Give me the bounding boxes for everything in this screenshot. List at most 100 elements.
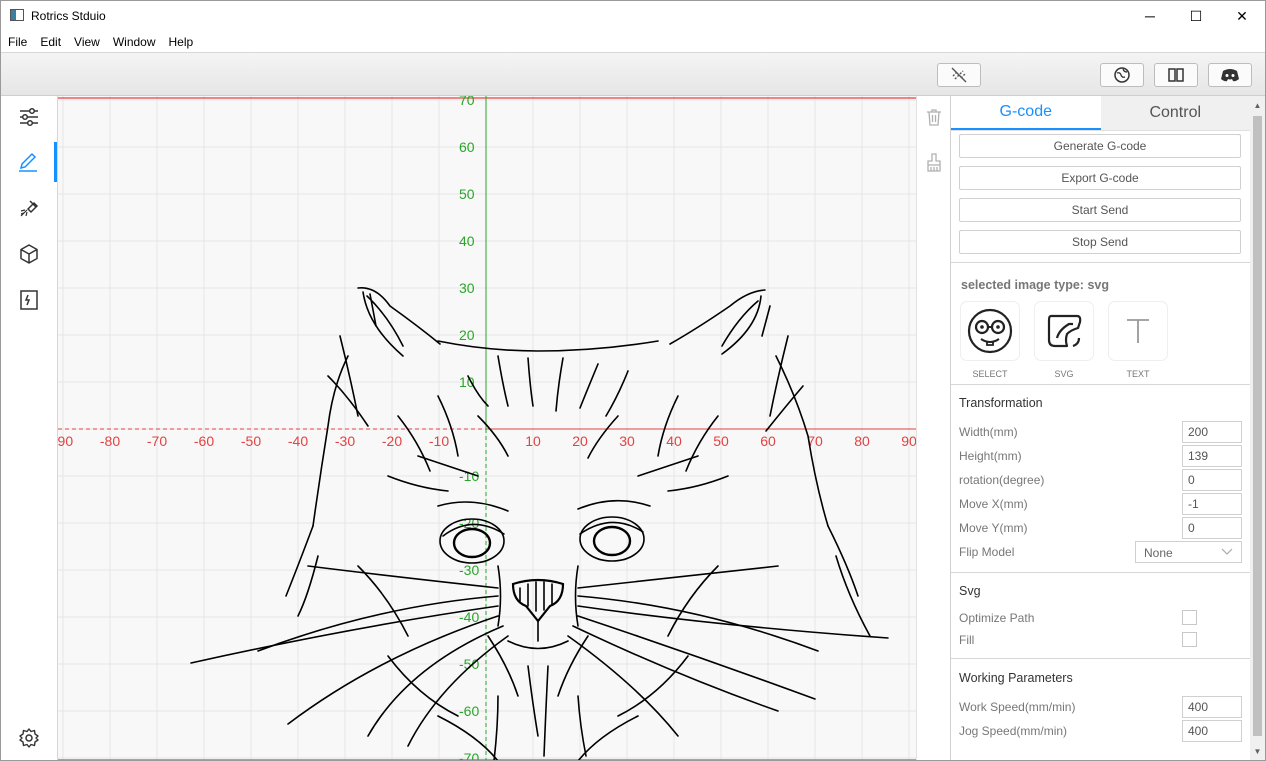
y-tick-label: 30 xyxy=(459,280,475,296)
work-speed-input[interactable]: 400 xyxy=(1182,696,1242,718)
text-t-icon xyxy=(1127,319,1149,343)
x-tick-label: -90 xyxy=(58,433,73,449)
optimize-path-label: Optimize Path xyxy=(959,611,1035,625)
close-button[interactable]: ✕ xyxy=(1219,1,1265,31)
menu-window[interactable]: Window xyxy=(113,35,156,49)
svg-shape-icon xyxy=(1047,314,1082,348)
sidebar-item-settings-sliders[interactable] xyxy=(1,97,57,137)
height-input[interactable]: 139 xyxy=(1182,445,1242,467)
y-tick-label: 10 xyxy=(459,374,475,390)
transformation-title: Transformation xyxy=(959,396,1043,410)
stop-send-button[interactable]: Stop Send xyxy=(959,230,1241,254)
y-tick-label: 50 xyxy=(459,186,475,202)
clear-button[interactable] xyxy=(926,153,944,173)
move-y-input[interactable]: 0 xyxy=(1182,517,1242,539)
globe-icon xyxy=(1114,67,1130,83)
image-type-select[interactable] xyxy=(961,302,1019,360)
x-tick-label: 30 xyxy=(619,433,635,449)
flip-model-select[interactable]: None xyxy=(1135,541,1242,563)
tab-gcode[interactable]: G-code xyxy=(951,96,1101,130)
x-tick-label: 10 xyxy=(525,433,541,449)
cube-icon xyxy=(20,244,38,264)
flip-model-value: None xyxy=(1144,546,1173,560)
toolbar xyxy=(1,52,1265,96)
canvas-tools xyxy=(916,96,950,760)
x-tick-label: 50 xyxy=(713,433,729,449)
discord-button[interactable] xyxy=(1208,63,1252,87)
width-input[interactable]: 200 xyxy=(1182,421,1242,443)
move-x-label: Move X(mm) xyxy=(959,497,1028,511)
move-x-input[interactable]: -1 xyxy=(1182,493,1242,515)
workspace-canvas[interactable]: -90 -80 -70 -60 -50 -40 -30 -20 -10 10 20 30 40 50 60 7… xyxy=(58,96,916,761)
divider xyxy=(951,572,1250,573)
scroll-down-arrow[interactable]: ▼ xyxy=(1250,744,1265,758)
sidebar-item-app-settings[interactable] xyxy=(1,718,57,758)
scroll-thumb[interactable] xyxy=(1253,116,1262,736)
workspace-grid: -90 -80 -70 -60 -50 -40 -30 -20 -10 10 20 30 40 50 60 7… xyxy=(58,96,916,761)
jog-speed-input[interactable]: 400 xyxy=(1182,720,1242,742)
image-type-text[interactable] xyxy=(1109,302,1167,360)
laser-icon xyxy=(20,200,39,217)
working-parameters-title: Working Parameters xyxy=(959,671,1073,685)
scroll-up-arrow[interactable]: ▲ xyxy=(1250,98,1265,112)
flip-model-label: Flip Model xyxy=(959,545,1015,559)
tab-control[interactable]: Control xyxy=(1100,96,1250,130)
x-tick-label: -40 xyxy=(288,433,308,449)
jog-speed-label: Jog Speed(mm/min) xyxy=(959,724,1068,738)
x-tick-label: -80 xyxy=(100,433,120,449)
image-type-title: selected image type: svg xyxy=(961,278,1109,292)
delete-button[interactable] xyxy=(926,108,944,126)
brush-icon xyxy=(927,153,941,172)
pen-icon xyxy=(18,152,37,172)
image-type-text-label: TEXT xyxy=(1126,369,1150,379)
panel-scrollbar[interactable]: ▲ ▼ xyxy=(1250,96,1265,760)
cat-face-svg-drawing[interactable] xyxy=(190,287,889,761)
width-label: Width(mm) xyxy=(959,425,1018,439)
menu-help[interactable]: Help xyxy=(169,35,194,49)
minimize-button[interactable]: ─ xyxy=(1127,1,1173,31)
x-tick-label: 40 xyxy=(666,433,682,449)
image-type-svg[interactable] xyxy=(1035,302,1093,360)
y-tick-label: -50 xyxy=(459,656,479,672)
x-tick-label: 80 xyxy=(854,433,870,449)
y-tick-label: -60 xyxy=(459,703,479,719)
chevron-down-icon xyxy=(1221,548,1233,555)
trash-icon xyxy=(927,109,941,126)
x-tick-label: -70 xyxy=(147,433,167,449)
left-sidebar xyxy=(1,96,58,760)
image-type-svg-label: SVG xyxy=(1054,369,1074,379)
manual-button[interactable] xyxy=(1154,63,1198,87)
fill-checkbox[interactable] xyxy=(1182,632,1197,647)
y-tick-label: -30 xyxy=(459,562,479,578)
maximize-button[interactable]: ☐ xyxy=(1173,1,1219,31)
sidebar-item-draw[interactable] xyxy=(1,142,57,182)
menu-file[interactable]: File xyxy=(8,35,27,49)
panel-tabs: G-code Control xyxy=(951,96,1250,131)
app-window: Rotrics Stduio ─ ☐ ✕ File Edit View Wind… xyxy=(0,0,1266,761)
app-icon xyxy=(10,9,24,21)
y-tick-label: 70 xyxy=(459,96,475,108)
sidebar-item-code[interactable] xyxy=(1,280,57,320)
x-tick-label: 90 xyxy=(901,433,916,449)
y-tick-label: 40 xyxy=(459,233,475,249)
menu-bar: File Edit View Window Help xyxy=(1,31,1265,52)
work-speed-label: Work Speed(mm/min) xyxy=(959,700,1076,714)
fill-label: Fill xyxy=(959,633,975,647)
sidebar-item-laser[interactable] xyxy=(1,188,57,228)
optimize-path-checkbox[interactable] xyxy=(1182,610,1197,625)
sidebar-item-3d[interactable] xyxy=(1,234,57,274)
right-panel: G-code Control Generate G-code Export G-… xyxy=(950,96,1250,760)
svg-title: Svg xyxy=(959,584,981,598)
export-gcode-button[interactable]: Export G-code xyxy=(959,166,1241,190)
rotation-input[interactable]: 0 xyxy=(1182,469,1242,491)
y-tick-label: 60 xyxy=(459,139,475,155)
start-send-button[interactable]: Start Send xyxy=(959,198,1241,222)
settings-icon xyxy=(19,728,39,748)
menu-view[interactable]: View xyxy=(74,35,100,49)
generate-gcode-button[interactable]: Generate G-code xyxy=(959,134,1241,158)
link-off-icon xyxy=(951,67,967,83)
disconnect-button[interactable] xyxy=(937,63,981,87)
discord-icon xyxy=(1221,69,1239,82)
menu-edit[interactable]: Edit xyxy=(40,35,61,49)
website-button[interactable] xyxy=(1100,63,1144,87)
